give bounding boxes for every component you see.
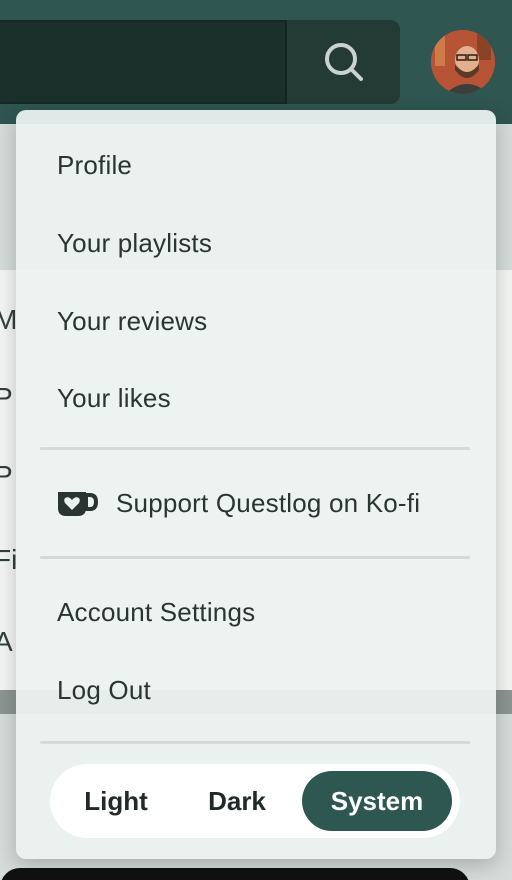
avatar[interactable]: [431, 30, 495, 94]
background-text: P: [0, 382, 13, 413]
kofi-label: Support Questlog on Ko-fi: [116, 488, 421, 518]
kofi-cup-heart-icon: [58, 491, 98, 516]
background-text: Fi: [0, 544, 18, 575]
theme-switcher: Light Dark System: [50, 764, 460, 838]
theme-option-dark[interactable]: Dark: [188, 771, 286, 831]
background-text: A: [0, 626, 13, 657]
theme-option-system[interactable]: System: [302, 771, 452, 831]
theme-option-light[interactable]: Light: [64, 771, 168, 831]
user-dropdown-menu: Profile Your playlists Your reviews Your…: [16, 110, 496, 859]
search-button[interactable]: [285, 20, 400, 104]
menu-item-profile[interactable]: Profile: [57, 152, 132, 178]
search-icon: [324, 43, 363, 81]
menu-divider: [40, 447, 470, 450]
menu-item-likes[interactable]: Your likes: [57, 385, 171, 411]
menu-item-kofi[interactable]: Support Questlog on Ko-fi: [56, 488, 420, 519]
user-avatar-image: [431, 30, 495, 94]
menu-item-reviews[interactable]: Your reviews: [57, 308, 207, 334]
background-text: M: [0, 304, 18, 335]
menu-item-log-out[interactable]: Log Out: [57, 677, 151, 703]
menu-divider: [40, 741, 470, 744]
background-text: P: [0, 460, 13, 491]
background-footer: [0, 868, 470, 880]
menu-item-account-settings[interactable]: Account Settings: [57, 599, 255, 625]
menu-item-playlists[interactable]: Your playlists: [57, 230, 212, 256]
menu-divider: [40, 556, 470, 559]
